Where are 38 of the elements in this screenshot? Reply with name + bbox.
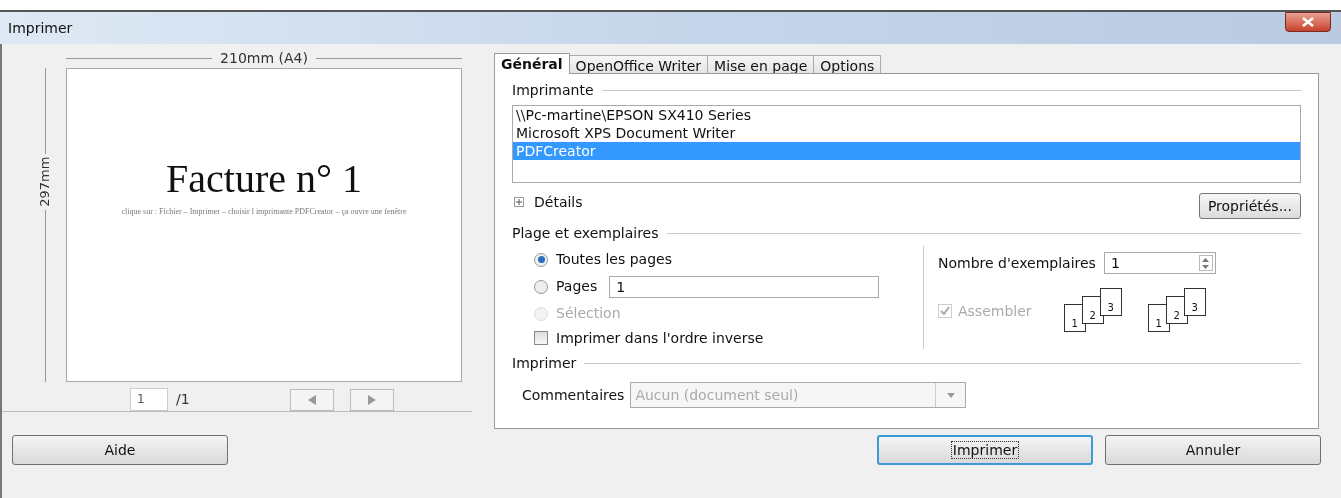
printer-item[interactable]: \\Pc-martine\EPSON SX410 Series [513, 106, 1300, 124]
copies-label: Nombre d'exemplaires [938, 253, 1096, 273]
printer-list[interactable]: \\Pc-martine\EPSON SX410 Series Microsoft XPS Document Writer PDFCreator [512, 105, 1301, 183]
printer-item[interactable]: Microsoft XPS Document Writer [513, 124, 1300, 142]
window-title: Imprimer [8, 18, 73, 38]
page-count: /1 [176, 390, 190, 409]
details-label[interactable]: Détails [534, 191, 583, 213]
dialog-button[interactable]: Aide [12, 435, 228, 465]
expand-icon[interactable] [514, 197, 524, 207]
copies-spinner[interactable]: 1 [1103, 252, 1216, 274]
spinner-arrows-icon[interactable] [1198, 255, 1213, 271]
checkbox[interactable] [534, 331, 548, 345]
dialog-button[interactable]: Annuler [1105, 435, 1321, 465]
page-number-field[interactable]: 1 [130, 388, 168, 411]
group-label: Plage et exemplaires [512, 224, 659, 243]
radio-label[interactable]: Toutes les pages [556, 249, 672, 270]
close-button[interactable] [1285, 12, 1331, 32]
page-height-label: 297mm [36, 156, 54, 208]
page-note: clique sur : Fichier – Imprimer – choisir l imprimante PDFCreator – ça ouvre une fenêtre [121, 207, 407, 217]
group-label: Imprimante [512, 81, 594, 100]
page-title: Facture n° 1 [166, 157, 362, 201]
page-width-label: 210mm (A4) [220, 48, 308, 68]
radio-label[interactable]: Pages [556, 276, 598, 297]
group-label: Imprimer [512, 354, 577, 373]
tab[interactable]: Général [494, 53, 570, 74]
close-icon [1301, 17, 1315, 27]
radio-button[interactable] [534, 279, 548, 294]
radio-button[interactable] [534, 252, 548, 267]
comments-label: Commentaires [522, 385, 625, 405]
dialog-button[interactable]: Imprimer [877, 435, 1093, 465]
triangle-right-icon [367, 394, 376, 405]
properties-button[interactable]: Propriétés... [1198, 193, 1301, 219]
checkbox-label[interactable]: Imprimer dans l'ordre inverse [556, 327, 764, 349]
previous-page-button[interactable] [289, 388, 334, 411]
triangle-left-icon [307, 394, 316, 405]
copies-value: 1 [1110, 253, 1120, 273]
next-page-button[interactable] [349, 388, 394, 411]
pages-field[interactable]: 1 [609, 275, 880, 298]
